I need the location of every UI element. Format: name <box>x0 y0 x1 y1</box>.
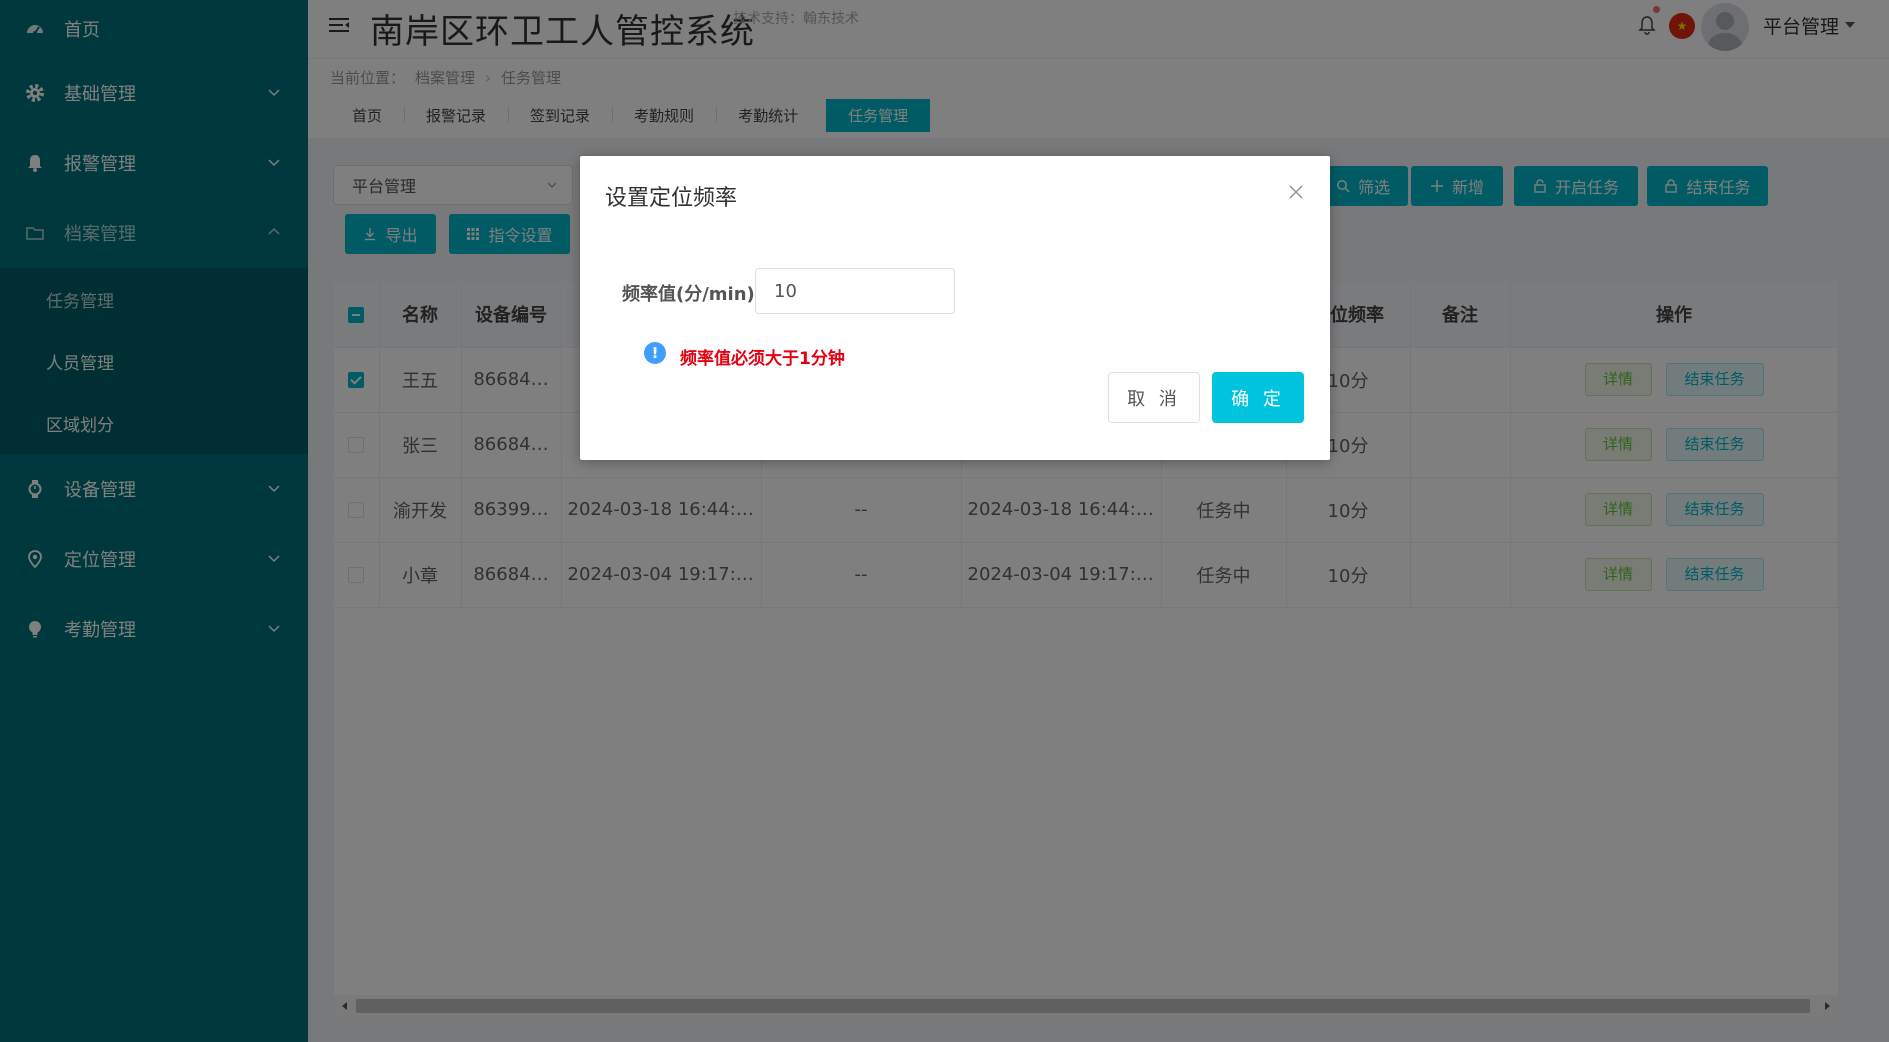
confirm-button[interactable]: 确 定 <box>1212 372 1304 423</box>
validation-hint: 频率值必须大于1分钟 <box>680 349 845 369</box>
dialog-title: 设置定位频率 <box>605 186 738 211</box>
cancel-button[interactable]: 取 消 <box>1108 372 1200 423</box>
close-icon[interactable] <box>1288 184 1304 200</box>
frequency-field-label: 频率值(分/min) <box>622 284 755 305</box>
frequency-input[interactable] <box>755 268 955 314</box>
info-icon: ! <box>644 342 666 364</box>
set-frequency-dialog: 设置定位频率 频率值(分/min) ! 频率值必须大于1分钟 取 消 确 定 <box>580 156 1330 460</box>
